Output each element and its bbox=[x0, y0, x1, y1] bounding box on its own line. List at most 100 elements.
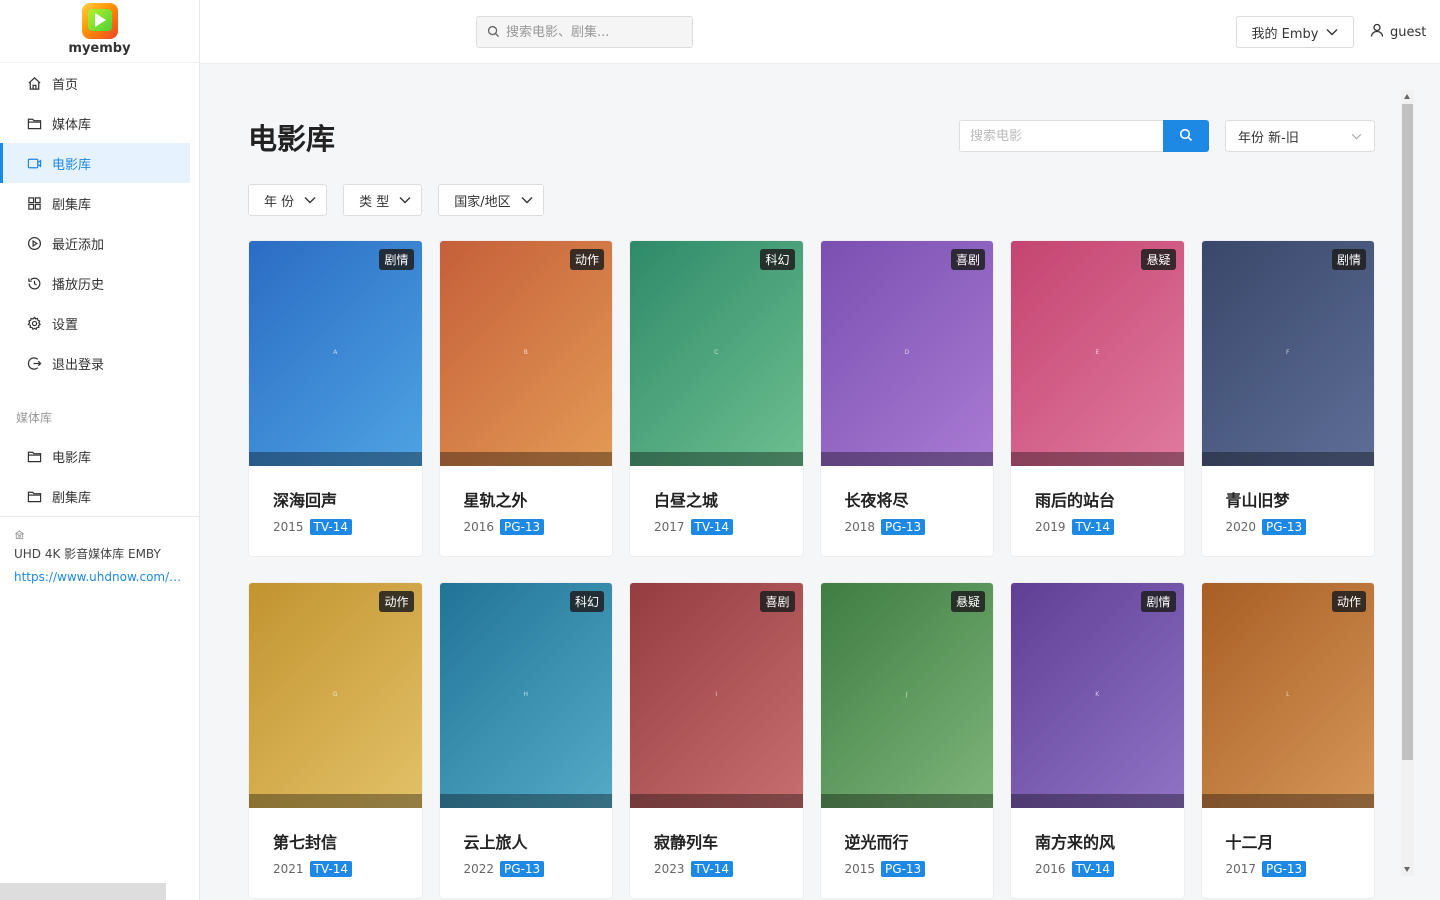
sidebar-nav: 首页 媒体库 电影库 剧集库 最近添加 播放历史 设置 退出登录 bbox=[0, 63, 199, 383]
filter-region-button[interactable]: 国家/地区 bbox=[438, 184, 544, 216]
server-icon bbox=[14, 529, 185, 543]
movie-poster[interactable]: I 喜剧 bbox=[630, 583, 803, 808]
poster-letter: F bbox=[1286, 349, 1290, 356]
movie-poster[interactable]: G 动作 bbox=[249, 583, 422, 808]
user-menu[interactable]: guest bbox=[1370, 16, 1426, 48]
folder-icon bbox=[26, 488, 42, 504]
library-search-input[interactable] bbox=[970, 128, 1150, 144]
movie-card[interactable]: D 喜剧 长夜将尽 2018 PG-13 bbox=[819, 240, 994, 557]
movie-card[interactable]: A 剧情 深海回声 2015 TV-14 bbox=[248, 240, 423, 557]
scroll-up-icon[interactable] bbox=[1404, 94, 1410, 99]
movie-title[interactable]: 逆光而行 bbox=[845, 829, 909, 853]
sidebar: myemby 首页 媒体库 电影库 剧集库 最近添加 播放历史 设置 退出登录 … bbox=[0, 0, 200, 900]
movie-title[interactable]: 青山旧梦 bbox=[1226, 487, 1290, 511]
filter-genre-button[interactable]: 类 型 bbox=[343, 184, 423, 216]
history-icon bbox=[26, 275, 42, 291]
movie-meta: 2015 PG-13 bbox=[845, 861, 926, 877]
movie-title[interactable]: 雨后的站台 bbox=[1035, 487, 1115, 511]
movie-title[interactable]: 第七封信 bbox=[273, 829, 337, 853]
topbar: 我的 Emby guest bbox=[200, 0, 1440, 64]
rating-badge: TV-14 bbox=[1071, 861, 1114, 877]
movie-year: 2017 bbox=[1225, 862, 1257, 876]
movie-poster[interactable]: F 剧情 bbox=[1201, 241, 1374, 466]
movie-card[interactable]: F 剧情 青山旧梦 2020 PG-13 bbox=[1200, 240, 1375, 557]
poster-band bbox=[1011, 452, 1184, 466]
sidebar-item-library-movies[interactable]: 电影库 bbox=[0, 436, 190, 476]
movie-card[interactable]: H 科幻 云上旅人 2022 PG-13 bbox=[438, 582, 613, 899]
sidebar-item-media[interactable]: 媒体库 bbox=[0, 103, 190, 143]
my-emby-button[interactable]: 我的 Emby bbox=[1236, 16, 1354, 48]
movie-card[interactable]: B 动作 星轨之外 2016 PG-13 bbox=[438, 240, 613, 557]
movie-poster[interactable]: K 剧情 bbox=[1011, 583, 1184, 808]
movie-poster[interactable]: D 喜剧 bbox=[820, 241, 993, 466]
poster-band bbox=[820, 452, 993, 466]
global-search-input[interactable] bbox=[506, 24, 686, 40]
chevron-down-icon bbox=[399, 193, 411, 208]
movie-title[interactable]: 寂静列车 bbox=[654, 829, 718, 853]
scroll-down-icon[interactable] bbox=[1404, 867, 1410, 872]
sidebar-item-history[interactable]: 播放历史 bbox=[0, 263, 190, 303]
rating-badge: PG-13 bbox=[1262, 519, 1307, 535]
library-search[interactable] bbox=[959, 120, 1163, 152]
movie-title[interactable]: 南方来的风 bbox=[1035, 829, 1115, 853]
poster-band bbox=[1201, 794, 1374, 808]
rating-badge: TV-14 bbox=[1071, 519, 1114, 535]
sidebar-item-label: 剧集库 bbox=[52, 490, 92, 506]
genre-badge: 动作 bbox=[569, 249, 604, 270]
movie-meta: 2019 TV-14 bbox=[1035, 519, 1114, 535]
site-link[interactable]: https://www.uhdnow.com/sig... bbox=[14, 570, 184, 584]
sidebar-item-label: 播放历史 bbox=[52, 277, 105, 293]
sidebar-library-nav: 电影库 剧集库 bbox=[0, 436, 199, 516]
brand[interactable]: myemby bbox=[0, 0, 199, 63]
sidebar-item-series[interactable]: 剧集库 bbox=[0, 183, 190, 223]
movie-poster[interactable]: B 动作 bbox=[439, 241, 612, 466]
sort-select[interactable]: 年份 新-旧 bbox=[1225, 120, 1375, 152]
sidebar-item-label: 电影库 bbox=[52, 157, 92, 173]
sidebar-item-library-series[interactable]: 剧集库 bbox=[0, 476, 190, 516]
genre-badge: 科幻 bbox=[569, 591, 604, 612]
movie-year: 2015 bbox=[844, 862, 876, 876]
movie-card[interactable]: E 悬疑雨后的站台 2019 TV-14 bbox=[1010, 240, 1185, 557]
sidebar-item-settings[interactable]: 设置 bbox=[0, 303, 190, 343]
movie-title[interactable]: 长夜将尽 bbox=[845, 487, 909, 511]
movie-year: 2017 bbox=[654, 520, 685, 534]
movie-card[interactable]: L 动作 十二月 2017 PG-13 bbox=[1200, 582, 1375, 899]
poster-letter: K bbox=[1095, 691, 1100, 698]
movie-poster[interactable]: J 悬疑 bbox=[820, 583, 993, 808]
movie-poster[interactable]: A 剧情 bbox=[249, 241, 422, 466]
movie-title[interactable]: 十二月 bbox=[1226, 829, 1274, 853]
movie-title[interactable]: 星轨之外 bbox=[464, 487, 528, 511]
movie-title[interactable]: 深海回声 bbox=[273, 487, 337, 511]
brand-name: myemby bbox=[68, 41, 131, 56]
movie-poster[interactable]: C 科幻 bbox=[630, 241, 803, 466]
sidebar-item-label: 退出登录 bbox=[52, 357, 105, 373]
movie-card[interactable]: I 喜剧 寂静列车 2023 TV-14 bbox=[629, 582, 804, 899]
sort-value: 年份 新-旧 bbox=[1238, 130, 1299, 146]
filter-year-button[interactable]: 年 份 bbox=[248, 184, 328, 216]
sidebar-item-logout[interactable]: 退出登录 bbox=[0, 343, 190, 383]
movie-card[interactable]: J 悬疑逆光而行 2015 PG-13 bbox=[819, 582, 994, 899]
vertical-scrollbar[interactable] bbox=[1401, 90, 1414, 876]
play-logo-icon bbox=[81, 3, 118, 39]
sidebar-item-home[interactable]: 首页 bbox=[0, 63, 190, 103]
sidebar-item-recent[interactable]: 最近添加 bbox=[0, 223, 190, 263]
play-circle-icon bbox=[26, 235, 42, 251]
folder-icon bbox=[26, 115, 42, 131]
movie-card[interactable]: K 剧情 南方来的风 2016 TV-14 bbox=[1010, 582, 1185, 899]
poster-band bbox=[820, 794, 993, 808]
movie-poster[interactable]: E 悬疑 bbox=[1011, 241, 1184, 466]
global-search[interactable] bbox=[476, 16, 693, 48]
library-search-button[interactable] bbox=[1163, 120, 1209, 152]
scrollbar-thumb[interactable] bbox=[1402, 104, 1413, 760]
sidebar-horizontal-scrollbar[interactable] bbox=[0, 883, 166, 900]
movie-title[interactable]: 云上旅人 bbox=[464, 829, 528, 853]
chevron-down-icon bbox=[1326, 25, 1338, 40]
sidebar-item-label: 设置 bbox=[52, 317, 79, 333]
movie-poster[interactable]: H 科幻 bbox=[439, 583, 612, 808]
genre-badge: 剧情 bbox=[1331, 249, 1366, 270]
movie-title[interactable]: 白昼之城 bbox=[654, 487, 718, 511]
movie-card[interactable]: G 动作 第七封信 2021 TV-14 bbox=[248, 582, 423, 899]
movie-card[interactable]: C 科幻 白昼之城 2017 TV-14 bbox=[629, 240, 804, 557]
sidebar-item-movies[interactable]: 电影库 bbox=[0, 143, 190, 183]
movie-poster[interactable]: L 动作 bbox=[1201, 583, 1374, 808]
